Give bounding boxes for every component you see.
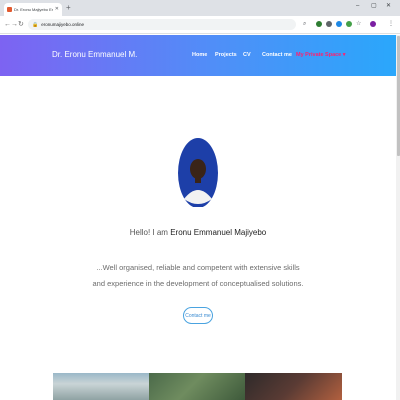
tab-title: Dr. Eronu Majiyebo Emm...	[14, 7, 53, 12]
site-header: Dr. Eronu Emmanuel M. Home Projects CV C…	[0, 35, 396, 76]
portfolio-image-sky[interactable]	[53, 373, 149, 400]
reload-icon[interactable]: ↻	[18, 20, 24, 29]
back-icon[interactable]: ←	[4, 20, 11, 29]
address-url: eronumajiyebo.online	[41, 22, 85, 27]
extension-icon[interactable]	[346, 21, 352, 27]
restore-icon[interactable]: ▢	[371, 2, 377, 10]
extension-icon[interactable]	[316, 21, 322, 27]
profile-photo	[178, 138, 218, 207]
profile-icon[interactable]	[370, 21, 376, 27]
minimize-icon[interactable]: –	[356, 2, 359, 10]
profile-avatar	[178, 137, 218, 207]
browser-toolbar: ← → ↻ 🔒 eronumajiyebo.online ⌕ ☆ ⋮	[0, 16, 400, 34]
browser-tab[interactable]: Dr. Eronu Majiyebo Emm... ✕	[4, 3, 62, 16]
portfolio-image-mountains[interactable]	[149, 373, 245, 400]
browser-tabbar: Dr. Eronu Majiyebo Emm... ✕ + – ▢ ✕	[0, 0, 400, 16]
star-icon[interactable]: ☆	[356, 20, 361, 28]
menu-icon[interactable]: ⋮	[388, 20, 394, 28]
greeting-name: Eronu Emmanuel Majiyebo	[170, 228, 267, 237]
nav-private-space[interactable]: My Private Space ▾	[296, 52, 346, 58]
site-favicon-icon	[7, 7, 12, 12]
window-close-icon[interactable]: ✕	[386, 2, 391, 10]
contact-me-button[interactable]: Contact me	[183, 307, 213, 324]
new-tab-icon[interactable]: +	[66, 3, 71, 12]
close-tab-icon[interactable]: ✕	[55, 7, 59, 12]
extension-icon[interactable]	[336, 21, 342, 27]
lock-icon: 🔒	[32, 21, 39, 28]
extension-icon[interactable]	[326, 21, 332, 27]
nav-home[interactable]: Home	[192, 52, 207, 58]
site-brand[interactable]: Dr. Eronu Emmanuel M.	[52, 50, 137, 59]
forward-icon[interactable]: →	[11, 20, 18, 29]
hero-tagline: ...Well organised, reliable and competen…	[92, 263, 304, 288]
portfolio-image-desk[interactable]	[245, 373, 342, 400]
nav-projects[interactable]: Projects	[215, 52, 237, 58]
nav-cv[interactable]: CV	[243, 52, 251, 58]
address-bar[interactable]: 🔒 eronumajiyebo.online	[28, 19, 296, 30]
search-icon[interactable]: ⌕	[303, 20, 306, 28]
hero-greeting: Hello! I am Eronu Emmanuel Majiyebo	[0, 228, 396, 237]
nav-contact[interactable]: Contact me	[262, 52, 292, 58]
greeting-prefix: Hello! I am	[129, 228, 171, 237]
